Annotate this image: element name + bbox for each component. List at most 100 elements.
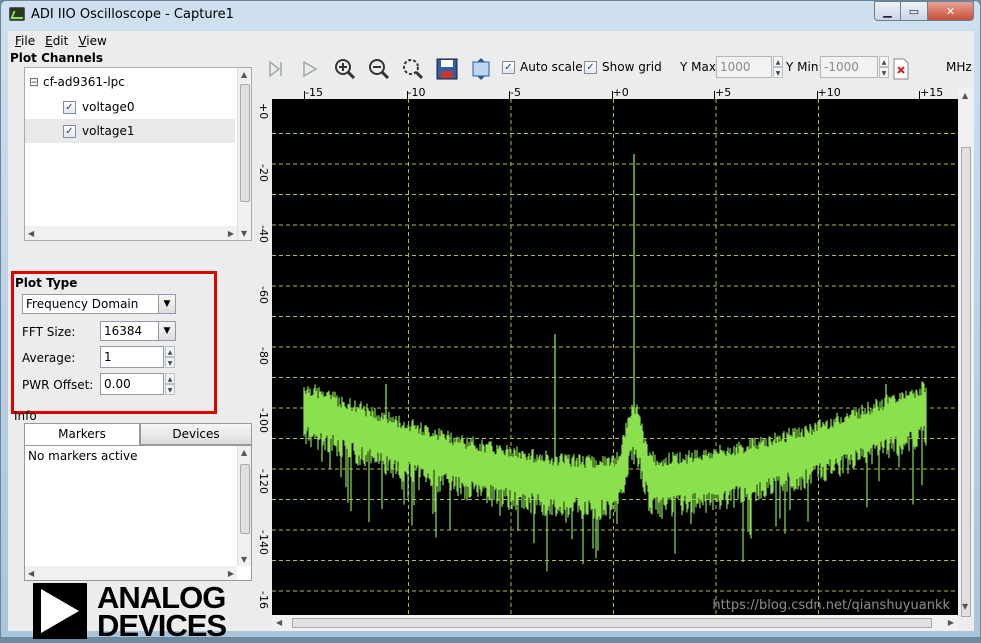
x-tick-mark (304, 91, 305, 99)
analog-devices-logo-mark (33, 583, 87, 639)
y-tick-label: +0 (257, 103, 270, 120)
x-axis: -15 -10 -5 +0 +5 +10 +15 (272, 86, 958, 99)
markers-status: No markers active (28, 449, 138, 463)
x-tick-mark (611, 91, 613, 99)
x-tick-label: -10 (407, 86, 426, 99)
x-tick-label: -15 (305, 86, 323, 99)
average-input[interactable]: 1 (100, 346, 164, 368)
voltage0-checkbox[interactable]: ✓ (63, 100, 76, 114)
plot-type-select[interactable]: Frequency Domain ▼ (22, 294, 176, 314)
x-tick-label: -5 (510, 86, 521, 99)
ymax-input[interactable]: 1000 (716, 56, 772, 78)
zoom-in-icon[interactable] (332, 56, 358, 82)
auto-scale-label: Auto scale (520, 60, 583, 74)
tree-device-row[interactable]: ⊟ cf-ad9361-lpc (25, 70, 235, 94)
plot-horizontal-scrollbar[interactable]: ◀ ▶ (272, 615, 958, 631)
scroll-up-icon[interactable]: ▲ (241, 70, 247, 79)
watermark: https://blog.csdn.net/qianshuyuankk (712, 598, 950, 613)
fft-size-label: FFT Size: (22, 325, 76, 339)
collapse-icon[interactable]: ⊟ (29, 75, 39, 89)
client-area: File Edit View Plot Channels ⊟ cf-ad9361… (8, 31, 974, 641)
scroll-thumb[interactable] (240, 464, 250, 534)
average-label: Average: (22, 351, 76, 365)
play-icon[interactable] (296, 56, 322, 82)
scroll-right-icon[interactable]: ▶ (948, 618, 954, 627)
chevron-down-icon[interactable]: ▼ (158, 322, 175, 340)
plot-channels-title: Plot Channels (10, 51, 103, 65)
markers-horizontal-scrollbar[interactable]: ◀ ▶ (25, 566, 237, 580)
markers-vertical-scrollbar[interactable]: ▲ ▼ (237, 446, 251, 566)
y-tick-label: -60 (257, 286, 270, 304)
chevron-down-icon[interactable]: ▼ (158, 295, 175, 313)
step-forward-icon[interactable] (262, 56, 288, 82)
info-title: Info (14, 409, 37, 423)
menu-file[interactable]: File (15, 31, 35, 51)
scroll-up-icon[interactable]: ▲ (241, 448, 247, 457)
title-bar[interactable]: ADI IIO Oscilloscope - Capture1 ▁ ▭ ✕ (1, 1, 980, 31)
close-button[interactable]: ✕ (928, 1, 974, 21)
x-tick-mark (509, 91, 510, 99)
menu-view[interactable]: View (78, 31, 106, 51)
scroll-thumb[interactable] (961, 147, 971, 617)
plot-vertical-scrollbar[interactable]: ▲ ▼ (958, 87, 974, 617)
scroll-down-icon[interactable]: ▼ (241, 555, 247, 564)
fft-plot-area: -15 -10 -5 +0 +5 +10 +15 +0 -20 -40 -60 -80 -100 -12… (256, 86, 974, 631)
ymax-label: Y Max: (680, 60, 720, 74)
tab-markers[interactable]: Markers (24, 423, 140, 446)
y-tick-label: -120 (257, 469, 270, 494)
scroll-thumb[interactable] (240, 84, 250, 202)
tree-channel-row[interactable]: ✓ voltage0 (25, 95, 235, 119)
x-tick-label: +0 (612, 86, 629, 99)
y-tick-label: -140 (257, 530, 270, 555)
menu-bar: File Edit View (8, 31, 974, 51)
y-tick-label: -20 (257, 164, 270, 182)
left-panel: Plot Channels ⊟ cf-ad9361-lpc ✓ voltage0… (8, 51, 256, 641)
scroll-right-icon[interactable]: ▶ (228, 569, 234, 578)
x-tick-label: +10 (817, 86, 841, 99)
auto-scale-checkbox[interactable]: ✓ (502, 61, 515, 74)
scroll-down-icon[interactable]: ▼ (241, 229, 247, 238)
plot-canvas[interactable]: https://blog.csdn.net/qianshuyuankk (272, 99, 958, 615)
fullscreen-icon[interactable] (468, 56, 494, 82)
clear-document-icon[interactable] (888, 56, 914, 82)
minimize-button[interactable]: ▁ (874, 1, 901, 21)
menu-edit[interactable]: Edit (45, 31, 68, 51)
voltage1-checkbox[interactable]: ✓ (63, 124, 76, 138)
spectrum-plot (272, 99, 958, 615)
oscilloscope-app-icon (9, 7, 25, 21)
scroll-left-icon[interactable]: ◀ (28, 569, 34, 578)
ymax-stepper[interactable]: ▲ ▼ (773, 56, 783, 78)
tab-devices[interactable]: Devices (140, 423, 252, 445)
show-grid-checkbox[interactable]: ✓ (584, 61, 597, 74)
scroll-up-icon[interactable]: ▲ (962, 91, 968, 100)
tree-horizontal-scrollbar[interactable]: ◀ ▶ (25, 226, 237, 240)
y-tick-label: -16 (257, 591, 270, 609)
fft-size-select[interactable]: 16384 ▼ (100, 321, 176, 341)
y-tick-label: -100 (257, 408, 270, 433)
ymin-input[interactable]: -1000 (820, 56, 878, 78)
plot-type-title: Plot Type (15, 276, 78, 290)
voltage0-label: voltage0 (82, 100, 135, 114)
show-grid-label: Show grid (602, 60, 662, 74)
tree-channel-row[interactable]: ✓ voltage1 (25, 119, 235, 143)
scroll-left-icon[interactable]: ◀ (276, 618, 282, 627)
scroll-left-icon[interactable]: ◀ (28, 229, 34, 238)
zoom-out-icon[interactable] (366, 56, 392, 82)
markers-panel: No markers active ▲ ▼ ◀ ▶ (24, 445, 252, 581)
tree-vertical-scrollbar[interactable]: ▲ ▼ (237, 68, 251, 240)
window-title: ADI IIO Oscilloscope - Capture1 (31, 7, 234, 22)
average-stepper[interactable]: ▲ ▼ (165, 346, 175, 368)
scroll-thumb[interactable] (292, 618, 932, 628)
pwr-offset-input[interactable]: 0.00 (100, 373, 164, 395)
maximize-button[interactable]: ▭ (901, 1, 928, 21)
analog-devices-logo: ANALOG DEVICES (33, 582, 233, 643)
app-window: ADI IIO Oscilloscope - Capture1 ▁ ▭ ✕ Fi… (0, 0, 981, 641)
voltage1-label: voltage1 (82, 124, 135, 138)
info-tabs: Markers Devices No markers active ▲ ▼ ◀ … (24, 423, 252, 581)
scroll-right-icon[interactable]: ▶ (228, 229, 234, 238)
pwr-offset-stepper[interactable]: ▲ ▼ (165, 373, 175, 395)
scroll-down-icon[interactable]: ▼ (962, 602, 968, 611)
zoom-fit-icon[interactable] (400, 56, 426, 82)
x-tick-mark (406, 91, 408, 99)
save-icon[interactable] (434, 56, 460, 82)
